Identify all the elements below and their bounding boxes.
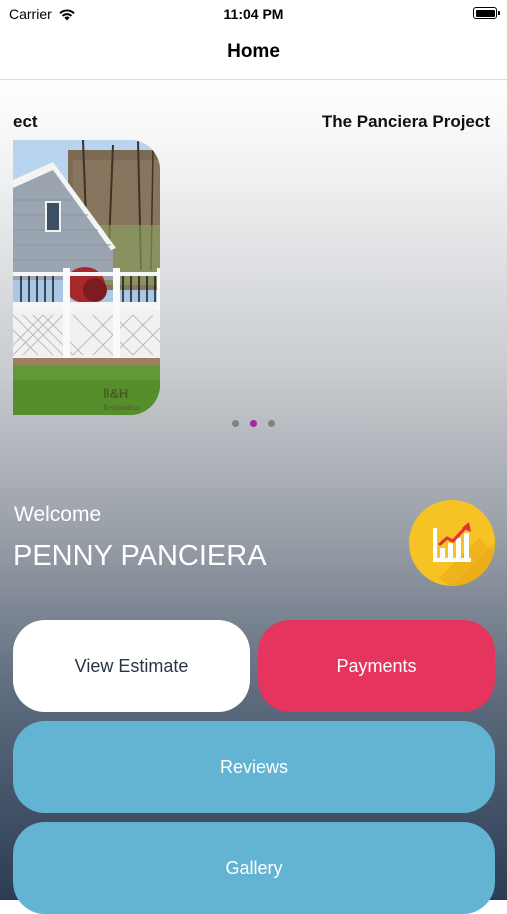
status-time: 11:04 PM [223, 6, 284, 22]
battery-icon [473, 7, 500, 19]
gallery-button[interactable]: Gallery [13, 822, 495, 914]
project-photo[interactable]: ǁ&H Restoration [13, 140, 160, 415]
welcome-label: Welcome [14, 503, 102, 526]
watermark-text: Restoration [103, 403, 140, 412]
user-name: PENNY PANCIERA [13, 540, 267, 572]
carousel-page-indicator[interactable] [0, 420, 507, 432]
carousel-current-title[interactable]: The Panciera Project [322, 112, 490, 132]
page-dot[interactable] [268, 420, 275, 427]
view-estimate-button[interactable]: View Estimate [13, 620, 250, 712]
reviews-button[interactable]: Reviews [13, 721, 495, 813]
navigation-bar: Home [0, 28, 507, 80]
home-content: ect The Panciera Project ǁ&H Restoration… [0, 80, 507, 914]
stats-button[interactable] [409, 500, 495, 586]
chart-growth-icon [433, 522, 495, 586]
carousel-prev-title[interactable]: ect [13, 112, 38, 132]
page-dot-active[interactable] [250, 420, 257, 427]
page-dot[interactable] [232, 420, 239, 427]
payments-button[interactable]: Payments [258, 620, 495, 712]
status-bar: Carrier 11:04 PM [0, 0, 507, 28]
page-title: Home [227, 41, 280, 62]
svg-text:ǁ&H: ǁ&H [103, 386, 128, 401]
